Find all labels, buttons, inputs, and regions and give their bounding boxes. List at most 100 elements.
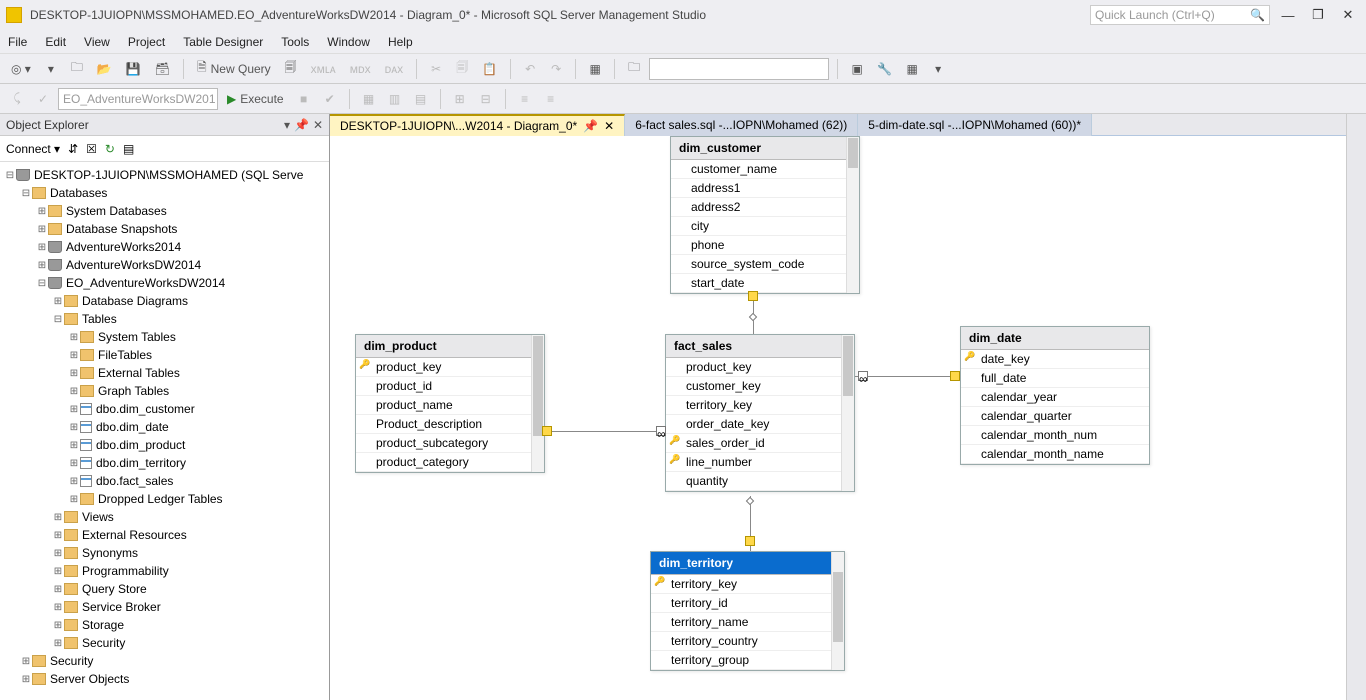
table-header[interactable]: dim_date bbox=[961, 327, 1149, 350]
col[interactable]: phone bbox=[671, 236, 859, 255]
table-dim-customer[interactable]: ⊞dbo.dim_customer bbox=[0, 400, 329, 418]
prog-node[interactable]: ⊞Programmability bbox=[0, 562, 329, 580]
col[interactable]: address2 bbox=[671, 198, 859, 217]
refresh-icon[interactable]: ↻ bbox=[105, 142, 115, 156]
col[interactable]: city bbox=[671, 217, 859, 236]
col[interactable]: Product_description bbox=[356, 415, 544, 434]
sec2-node[interactable]: ⊞Security bbox=[0, 652, 329, 670]
col[interactable]: product_name bbox=[356, 396, 544, 415]
connect-button[interactable]: Connect ▾ bbox=[6, 142, 60, 156]
paste-button[interactable]: 📋 bbox=[477, 58, 502, 80]
server-node[interactable]: ⊟DESKTOP-1JUIOPN\MSSMOHAMED (SQL Serve bbox=[0, 166, 329, 184]
scrollbar[interactable] bbox=[831, 552, 844, 670]
layout-button[interactable]: ▦ bbox=[901, 58, 923, 80]
panel-close-icon[interactable]: ✕ bbox=[313, 118, 323, 132]
close-icon[interactable]: ✕ bbox=[604, 119, 614, 133]
filter-icon[interactable]: ⇵ bbox=[68, 142, 78, 156]
tables-node[interactable]: ⊟Tables bbox=[0, 310, 329, 328]
redo-button[interactable]: ↷ bbox=[545, 58, 567, 80]
col[interactable]: source_system_code bbox=[671, 255, 859, 274]
filet-node[interactable]: ⊞FileTables bbox=[0, 346, 329, 364]
col[interactable]: sales_order_id bbox=[666, 434, 854, 453]
syn-node[interactable]: ⊞Synonyms bbox=[0, 544, 329, 562]
grid3-button[interactable]: ▤ bbox=[410, 88, 432, 110]
col[interactable]: territory_name bbox=[651, 613, 844, 632]
dropped-node[interactable]: ⊞Dropped Ledger Tables bbox=[0, 490, 329, 508]
vertical-scrollbar[interactable] bbox=[1346, 114, 1366, 700]
menu-file[interactable]: File bbox=[8, 35, 27, 49]
stop-icon[interactable]: ☒ bbox=[86, 142, 97, 156]
col[interactable]: full_date bbox=[961, 369, 1149, 388]
table-dim-product[interactable]: ⊞dbo.dim_product bbox=[0, 436, 329, 454]
database-combo[interactable]: EO_AdventureWorksDW201 bbox=[58, 88, 218, 110]
col[interactable]: address1 bbox=[671, 179, 859, 198]
col[interactable]: territory_group bbox=[651, 651, 844, 670]
tab-dim-date-sql[interactable]: 5-dim-date.sql -...IOPN\Mohamed (60))* bbox=[858, 114, 1092, 136]
table-header[interactable]: dim_customer bbox=[671, 137, 859, 160]
minimize-button[interactable]: — bbox=[1276, 8, 1300, 23]
col[interactable]: date_key bbox=[961, 350, 1149, 369]
stor-node[interactable]: ⊞Storage bbox=[0, 616, 329, 634]
wrench-button[interactable]: 🔧 bbox=[872, 58, 897, 80]
table-fact-sales[interactable]: ⊞dbo.fact_sales bbox=[0, 472, 329, 490]
menu-project[interactable]: Project bbox=[128, 35, 165, 49]
extt-node[interactable]: ⊞External Tables bbox=[0, 364, 329, 382]
col[interactable]: territory_country bbox=[651, 632, 844, 651]
object-explorer-tree[interactable]: ⊟DESKTOP-1JUIOPN\MSSMOHAMED (SQL Serve ⊟… bbox=[0, 162, 329, 700]
table-dim-territory-box[interactable]: dim_territory territory_key territory_id… bbox=[650, 551, 845, 671]
menu-window[interactable]: Window bbox=[327, 35, 370, 49]
save-button[interactable]: 💾 bbox=[121, 58, 146, 80]
nav-back-button[interactable]: ◎ ▾ bbox=[6, 58, 36, 80]
eo-node[interactable]: ⊟EO_AdventureWorksDW2014 bbox=[0, 274, 329, 292]
dax-button[interactable]: ᴅᴀx bbox=[380, 58, 409, 80]
col[interactable]: product_id bbox=[356, 377, 544, 396]
plan2-button[interactable]: ⊟ bbox=[475, 88, 497, 110]
more-button[interactable]: ▾ bbox=[927, 58, 949, 80]
views-node[interactable]: ⊞Views bbox=[0, 508, 329, 526]
databases-node[interactable]: ⊟Databases bbox=[0, 184, 329, 202]
menu-tools[interactable]: Tools bbox=[281, 35, 309, 49]
extres-node[interactable]: ⊞External Resources bbox=[0, 526, 329, 544]
tab-fact-sales-sql[interactable]: 6-fact sales.sql -...IOPN\Mohamed (62)) bbox=[625, 114, 858, 136]
tab-diagram[interactable]: DESKTOP-1JUIOPN\...W2014 - Diagram_0*📌✕ bbox=[330, 114, 625, 136]
dbdiag-node[interactable]: ⊞Database Diagrams bbox=[0, 292, 329, 310]
parse-button[interactable]: ✓ bbox=[32, 88, 54, 110]
relationship-line[interactable] bbox=[855, 376, 960, 377]
cut-button[interactable]: ✂ bbox=[425, 58, 447, 80]
grid1-button[interactable]: ▦ bbox=[358, 88, 380, 110]
execute-button[interactable]: ▶ Execute bbox=[222, 88, 289, 110]
props-button[interactable]: 🗀 bbox=[623, 58, 645, 80]
table-header[interactable]: fact_sales bbox=[666, 335, 854, 358]
sel-button[interactable]: ▣ bbox=[846, 58, 868, 80]
close-button[interactable]: ✕ bbox=[1336, 7, 1360, 23]
sysdb-node[interactable]: ⊞System Databases bbox=[0, 202, 329, 220]
table-header[interactable]: dim_territory bbox=[651, 552, 844, 575]
table-dim-product-box[interactable]: dim_product product_key product_id produ… bbox=[355, 334, 545, 473]
quick-launch-input[interactable]: Quick Launch (Ctrl+Q)🔍 bbox=[1090, 5, 1270, 25]
table-header[interactable]: dim_product bbox=[356, 335, 544, 358]
col[interactable]: customer_key bbox=[666, 377, 854, 396]
check-button[interactable]: ✔ bbox=[319, 88, 341, 110]
col[interactable]: line_number bbox=[666, 453, 854, 472]
col[interactable]: calendar_year bbox=[961, 388, 1149, 407]
table-dim-date[interactable]: ⊞dbo.dim_date bbox=[0, 418, 329, 436]
outdent-button[interactable]: ≡ bbox=[540, 88, 562, 110]
sec-node[interactable]: ⊞Security bbox=[0, 634, 329, 652]
relationship-line[interactable] bbox=[545, 431, 665, 432]
col[interactable]: product_key bbox=[356, 358, 544, 377]
col[interactable]: territory_key bbox=[666, 396, 854, 415]
scrollbar[interactable] bbox=[846, 137, 859, 293]
scrollbar[interactable] bbox=[531, 335, 544, 472]
nav-fwd-button[interactable]: ▾ bbox=[40, 58, 62, 80]
col[interactable]: calendar_month_name bbox=[961, 445, 1149, 464]
col[interactable]: territory_key bbox=[651, 575, 844, 594]
dbsnap-node[interactable]: ⊞Database Snapshots bbox=[0, 220, 329, 238]
plan-button[interactable]: ⊞ bbox=[449, 88, 471, 110]
col[interactable]: territory_id bbox=[651, 594, 844, 613]
menu-edit[interactable]: Edit bbox=[45, 35, 66, 49]
grid2-button[interactable]: ▥ bbox=[384, 88, 406, 110]
col[interactable]: product_key bbox=[666, 358, 854, 377]
col[interactable]: quantity bbox=[666, 472, 854, 491]
col[interactable]: calendar_quarter bbox=[961, 407, 1149, 426]
col[interactable]: calendar_month_num bbox=[961, 426, 1149, 445]
